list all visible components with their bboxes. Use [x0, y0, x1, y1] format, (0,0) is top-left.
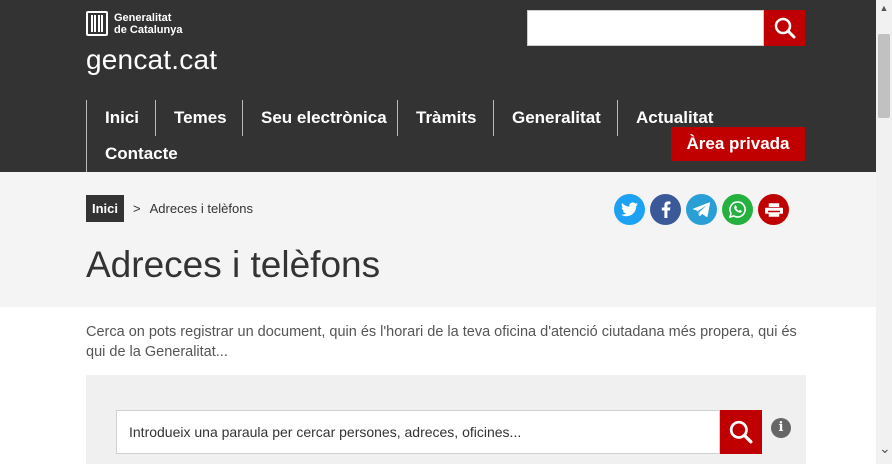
search-icon: [774, 17, 795, 39]
generalitat-logo[interactable]: Generalitat de Catalunya: [86, 11, 182, 36]
area-privada-button[interactable]: Àrea privada: [671, 127, 805, 161]
generalitat-emblem-icon: [86, 11, 108, 36]
breadcrumb-current: Adreces i telèfons: [149, 201, 253, 216]
facebook-icon: [661, 201, 670, 218]
directory-search-button[interactable]: [720, 410, 762, 454]
share-whatsapp-button[interactable]: [722, 194, 753, 225]
header-search-input[interactable]: [527, 10, 764, 46]
telegram-icon: [693, 202, 710, 217]
whatsapp-icon: [728, 201, 746, 219]
chevron-down-icon[interactable]: ⌄: [879, 441, 891, 455]
site-title[interactable]: gencat.cat: [86, 44, 217, 76]
intro-text: Cerca on pots registrar un document, qui…: [86, 324, 797, 360]
print-icon: [764, 202, 783, 217]
share-telegram-button[interactable]: [686, 194, 717, 225]
page-title: Adreces i telèfons: [86, 244, 381, 285]
site-header: Generalitat de Catalunya gencat.cat Inic…: [0, 0, 876, 172]
nav-item-generalitat[interactable]: Generalitat: [493, 100, 601, 136]
breadcrumb: Inici > Adreces i telèfons: [86, 195, 253, 222]
nav-item-tramits[interactable]: Tràmits: [397, 100, 476, 136]
share-facebook-button[interactable]: [650, 194, 681, 225]
logo-text: Generalitat de Catalunya: [114, 12, 182, 36]
nav-item-inici[interactable]: Inici: [86, 100, 139, 136]
share-buttons: [614, 194, 789, 225]
page-scrollbar[interactable]: ▲ ⌄: [876, 0, 892, 464]
scroll-up-icon[interactable]: ▲: [879, 3, 889, 13]
logo-line-2: de Catalunya: [114, 23, 183, 36]
nav-item-temes[interactable]: Temes: [155, 100, 227, 136]
header-search: [527, 10, 805, 46]
search-icon: [729, 420, 753, 444]
directory-search-input[interactable]: [116, 410, 720, 454]
breadcrumb-separator: >: [133, 201, 141, 216]
logo-line-1: Generalitat: [114, 11, 172, 24]
breadcrumb-home[interactable]: Inici: [86, 195, 125, 222]
share-twitter-button[interactable]: [614, 194, 645, 225]
share-print-button[interactable]: [758, 194, 789, 225]
twitter-icon: [621, 202, 638, 217]
info-icon[interactable]: i: [771, 418, 791, 438]
scroll-thumb[interactable]: [878, 34, 890, 118]
nav-item-seu-electronica[interactable]: Seu electrònica: [242, 100, 387, 136]
header-search-button[interactable]: [764, 10, 805, 46]
page-header-band: [0, 172, 876, 307]
nav-item-contacte[interactable]: Contacte: [86, 136, 178, 172]
directory-search: [116, 410, 762, 454]
